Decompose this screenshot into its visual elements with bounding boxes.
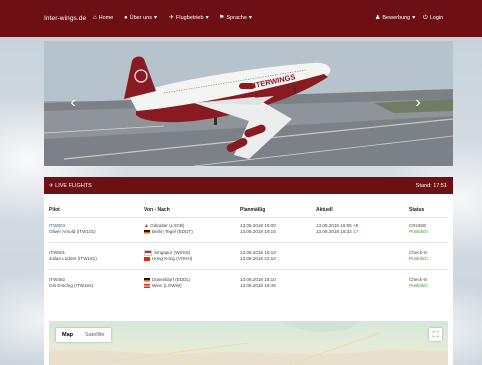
pilot-name: Olo Erschig (ITW164) (49, 283, 94, 288)
col-header-route: Von - Nach (144, 207, 170, 213)
nav-item-home[interactable]: ⌂ Home (93, 15, 113, 21)
flag-germany-icon (144, 229, 150, 234)
aircraft-image: INTERWINGS (44, 41, 453, 166)
arrival-airport: Berlin Tegel (EDDT) (144, 229, 193, 235)
info-icon: ● (124, 15, 128, 21)
nav-item-language[interactable]: ⚑ Sprache ▾ (219, 15, 252, 21)
live-flights-header: ✈ LIVE FLIGHTS Stand: 17:51 (44, 177, 453, 194)
live-flights-title-text: LIVE FLIGHTS (55, 183, 92, 189)
planned-arrival: 13.08.2018 19:45 (240, 283, 276, 288)
flight-map[interactable]: Map Satellite ⛶ (49, 321, 448, 365)
table-divider (49, 242, 448, 243)
arrival-airport: Hong Kong (VHHH) (144, 256, 192, 262)
home-icon: ⌂ (93, 15, 97, 21)
nav-item-about[interactable]: ● Über uns ▾ (124, 15, 157, 21)
arrival-airport-name: Berlin Tegel (EDDT) (152, 229, 193, 234)
brand-link[interactable]: Inter-wings.de (44, 15, 86, 22)
nav-item-apply-label: Bewerbung (382, 15, 411, 21)
delay-badge: 17 (353, 229, 359, 234)
status-detail: Pünktlich (409, 283, 428, 288)
status-detail: Pünktlich (409, 256, 428, 261)
nav-item-home-label: Home (98, 15, 114, 21)
col-header-actual: Aktuell (316, 207, 333, 213)
user-icon: ♟ (375, 15, 381, 21)
actual-arrival-time: 13.08.2018 19:32 (316, 229, 352, 234)
live-flights-title: ✈ LIVE FLIGHTS (49, 183, 92, 189)
chevron-down-icon: ▾ (205, 15, 209, 21)
fullscreen-icon: ⛶ (432, 330, 439, 339)
plane-icon: ✈ (169, 15, 175, 21)
arrival-airport-name: Hong Kong (VHHH) (152, 256, 193, 261)
nav-item-about-label: Über uns (129, 15, 152, 21)
nav-item-flight-ops[interactable]: ✈ Flugbetrieb ▾ (169, 15, 209, 21)
col-header-pilot: Pilot (49, 207, 60, 213)
hero-carousel: INTERWINGS ‹ › (44, 41, 453, 166)
planned-arrival: 13.08.2018 19:15 (240, 229, 276, 234)
chevron-down-icon: ▾ (153, 15, 157, 21)
status-detail: Pünktlich (409, 229, 428, 234)
live-flights-panel: ✈ LIVE FLIGHTS Stand: 17:51 Pilot Von - … (44, 177, 453, 365)
flag-germany-icon (144, 277, 150, 282)
carousel-next-button[interactable]: › (411, 93, 425, 113)
plane-icon: ✈ (49, 183, 54, 189)
actual-arrival: 13.08.2018 19:32 17 (316, 229, 358, 235)
table-divider (49, 269, 448, 270)
nav-item-flight-ops-label: Flugbetrieb (176, 15, 204, 21)
planned-arrival: 13.08.2018 22:10 (240, 256, 276, 261)
actual-departure-time: 13.08.2018 16:05 (316, 223, 352, 228)
arrival-airport-name: Wien (LOWW) (152, 283, 182, 288)
language-icon: ⚑ (219, 15, 225, 21)
pilot-name: Julian Lüders (ITW161) (49, 256, 97, 261)
nav-item-login[interactable]: ⏻ Login (423, 15, 443, 21)
pilot-name: Oliver Arnold (ITW101) (49, 229, 96, 234)
nav-item-language-label: Sprache (226, 15, 247, 21)
chevron-left-icon: ‹ (70, 94, 76, 111)
flag-hongkong-icon (144, 256, 150, 261)
departure-airport-name: Gibraltar (LXGB) (150, 223, 185, 228)
chevron-down-icon: ▾ (248, 15, 252, 21)
chevron-right-icon: › (415, 94, 421, 111)
last-update-stamp: Stand: 17:51 (415, 183, 447, 189)
flag-austria-icon (144, 283, 150, 288)
chevron-down-icon: ▾ (412, 15, 416, 21)
col-header-planned: Planmäßig (240, 207, 266, 213)
departure-airport-name: Düsseldorf (EDDL) (152, 277, 191, 282)
arrival-airport: Wien (LOWW) (144, 283, 182, 289)
top-navbar: Inter-wings.de ⌂ Home ● Über uns ▾ ✈ Flu… (0, 0, 482, 37)
col-header-status: Status (409, 207, 425, 213)
nav-item-login-label: Login (429, 15, 444, 21)
login-icon: ⏻ (423, 15, 428, 21)
map-tab-map[interactable]: Map (56, 328, 79, 342)
map-type-control: Map Satellite (56, 328, 111, 342)
carousel-prev-button[interactable]: ‹ (66, 93, 80, 113)
map-tab-satellite[interactable]: Satellite (79, 328, 111, 342)
delay-badge: +5 (353, 223, 359, 228)
fullscreen-button[interactable]: ⛶ (429, 328, 442, 341)
table-divider (49, 217, 448, 218)
departure-airport-name: Singapur (WSSS) (154, 250, 191, 256)
nav-item-apply[interactable]: ♟ Bewerbung ▾ (375, 15, 415, 21)
